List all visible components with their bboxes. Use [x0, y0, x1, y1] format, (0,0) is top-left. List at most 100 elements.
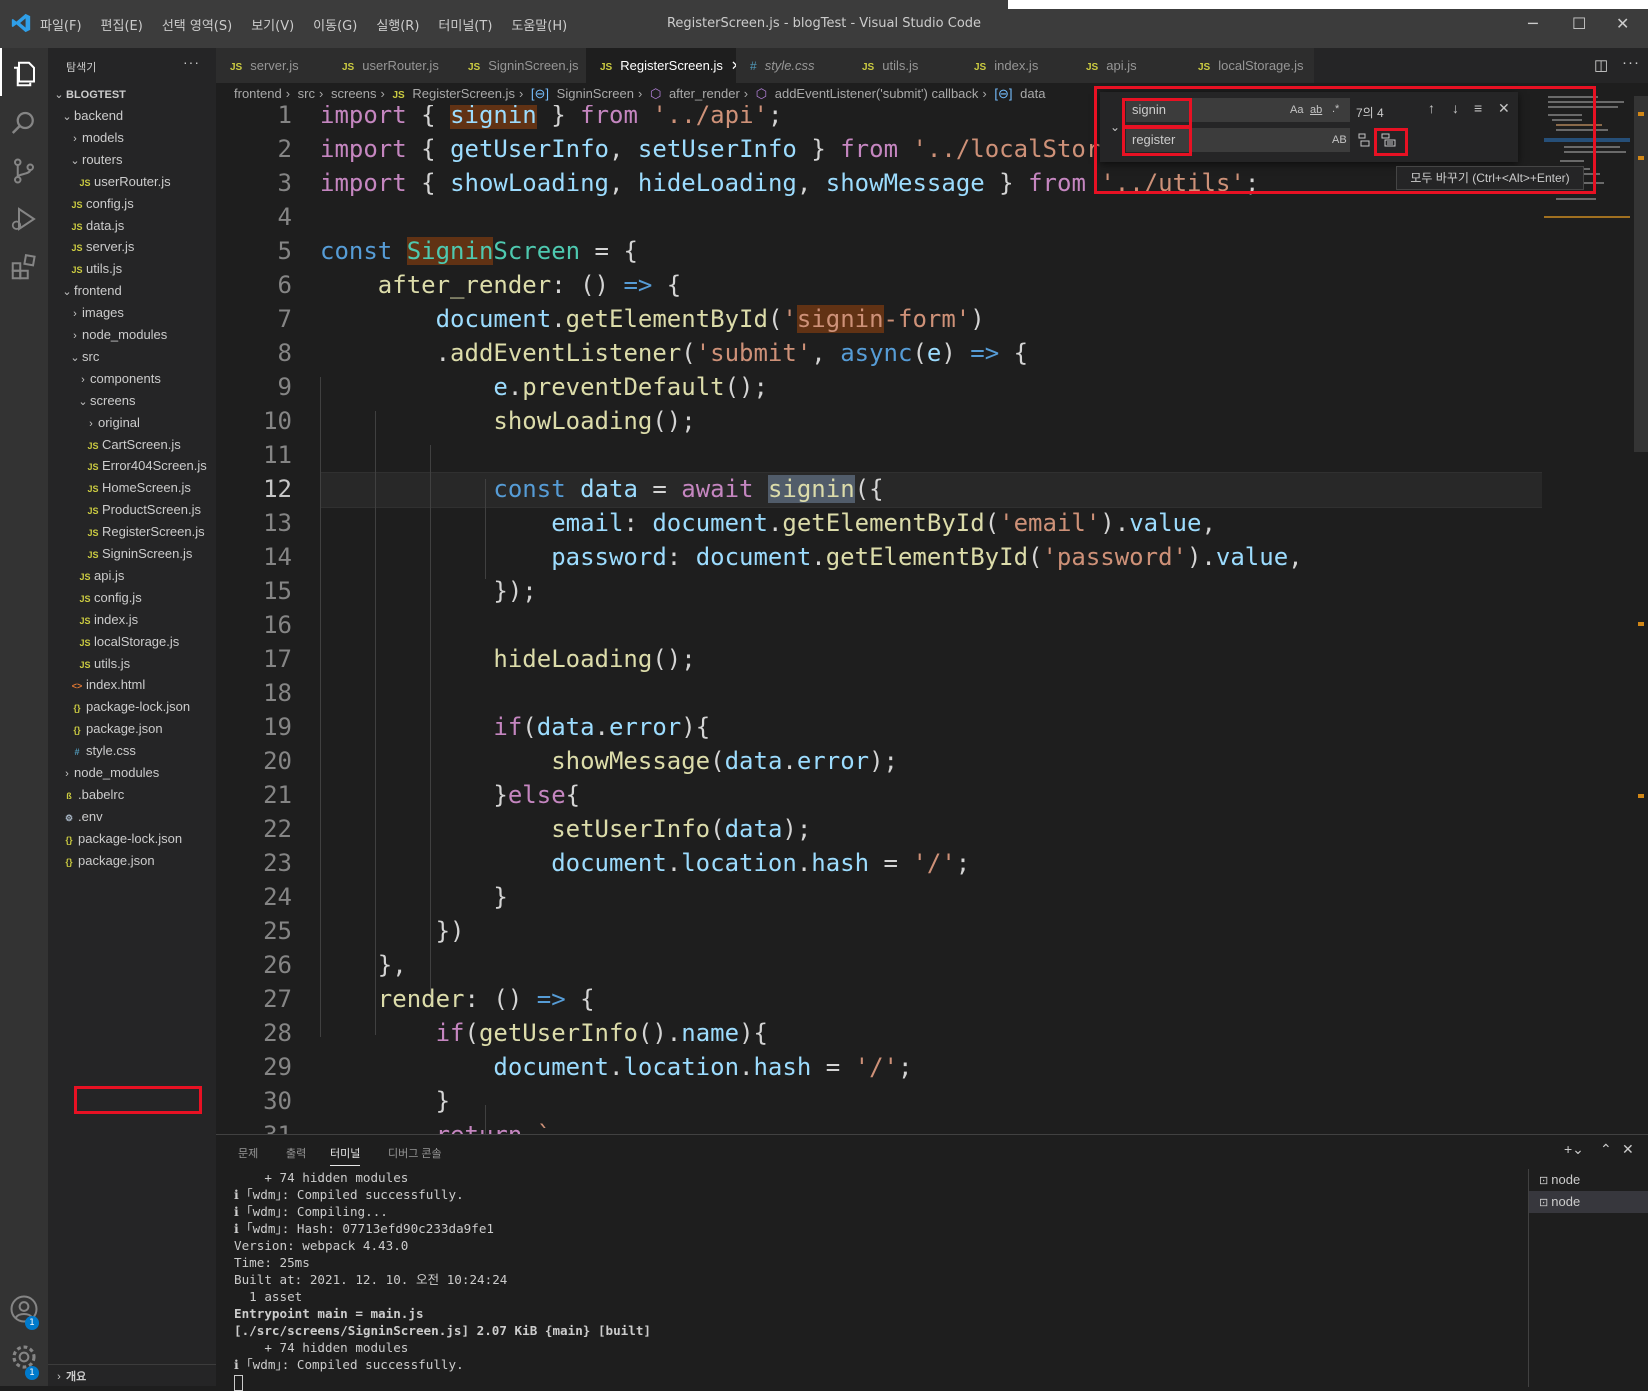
tree-item[interactable]: JS userRouter.js — [48, 171, 244, 193]
line-number: 24 — [263, 883, 292, 911]
terminal-line: 1 asset — [234, 1289, 303, 1304]
terminal-line: + 74 hidden modules — [234, 1340, 409, 1355]
tree-item[interactable]: JS data.js — [48, 215, 236, 237]
tree-item[interactable]: JS server.js — [48, 236, 236, 258]
code-line-15: }); — [320, 577, 537, 605]
breadcrumb-method[interactable]: after_render — [669, 86, 740, 101]
tab-registerscreen-js[interactable]: JSRegisterScreen.js✕ — [586, 48, 742, 83]
tree-item[interactable]: ⌄ screens — [48, 390, 244, 412]
tree-item-label: package-lock.json — [78, 830, 183, 846]
tree-item[interactable]: › components — [48, 368, 244, 390]
code-line-8: .addEventListener('submit', async(e) => … — [320, 339, 1029, 367]
line-number: 23 — [263, 849, 292, 877]
tree-item[interactable]: JS api.js — [48, 565, 244, 587]
tree-item[interactable]: JS utils.js — [48, 258, 236, 280]
terminal-item[interactable]: ⊡ node — [1529, 1191, 1648, 1213]
tree-item-label: backend — [74, 108, 124, 123]
terminal-item[interactable]: ⊡ node — [1529, 1169, 1648, 1191]
tab-style-css[interactable]: # style.css — [736, 48, 849, 83]
tab-utils-js[interactable]: JS utils.js — [848, 48, 961, 83]
tree-item-label: node_modules — [74, 765, 160, 780]
tree-item[interactable]: JS config.js — [48, 587, 244, 609]
activity-bar: 1 1 — [0, 48, 48, 1386]
tree-item[interactable]: ⌄ backend — [48, 105, 228, 127]
breadcrumb-screens[interactable]: screens — [331, 86, 377, 101]
tree-item-label: index.js — [94, 611, 139, 627]
chevron-right-icon: › — [57, 1371, 61, 1383]
chevron-down-icon: ⌄ — [62, 286, 72, 299]
close-window-icon[interactable]: ✕ — [1616, 14, 1629, 33]
tree-item[interactable]: ⌄ frontend — [48, 280, 228, 302]
breadcrumb-file[interactable]: RegisterScreen.js — [412, 86, 515, 101]
tab-index-js[interactable]: JS index.js — [960, 48, 1073, 83]
terminal-line: Version: webpack 4.43.0 — [234, 1238, 409, 1253]
breadcrumb-frontend[interactable]: frontend — [234, 86, 282, 101]
more-actions-icon[interactable]: ··· — [183, 54, 200, 70]
breadcrumb-src[interactable]: src — [298, 86, 315, 101]
code-editor[interactable]: 1 2 3 4 5 6 7 8 9 10 11 12 13 14 15 16 17 18 19 20 21 22 23 24 2… — [216, 105, 1648, 1134]
tab-label: server.js — [250, 58, 299, 73]
line-number: 11 — [263, 441, 292, 469]
breadcrumb-callback[interactable]: addEventListener('submit') callback — [775, 86, 979, 101]
more-actions-icon[interactable]: ··· — [1622, 54, 1640, 71]
tree-item[interactable]: # style.css — [48, 740, 236, 762]
tree-item[interactable]: <> index.html — [48, 674, 236, 696]
tree-item[interactable]: › node_modules — [48, 324, 236, 346]
tree-item[interactable]: › images — [48, 302, 236, 324]
close-panel-icon[interactable]: ✕ — [1622, 1141, 1634, 1158]
split-editor-icon[interactable]: ◫ — [1594, 56, 1608, 74]
tab-server-js[interactable]: JS server.js — [216, 48, 329, 83]
new-terminal-icon[interactable]: +⌄ — [1564, 1141, 1584, 1158]
source-control-icon[interactable] — [9, 156, 39, 186]
tree-item[interactable]: JS config.js — [48, 193, 236, 215]
tree-item[interactable]: › models — [48, 127, 236, 149]
tree-item[interactable]: ß .babelrc — [48, 784, 228, 806]
tree-item[interactable]: {} package.json — [48, 850, 228, 872]
breadcrumb-symbol[interactable]: SigninScreen — [557, 86, 634, 101]
workspace-root[interactable]: ⌄ BLOGTEST — [48, 83, 220, 105]
tree-item[interactable]: ⌄ routers — [48, 149, 236, 171]
tree-item[interactable]: › node_modules — [48, 762, 228, 784]
tree-item[interactable]: {} package.json — [48, 718, 236, 740]
editor-scrollbar[interactable] — [1634, 92, 1648, 1134]
code-line-31: return ` — [320, 1121, 552, 1134]
tree-item[interactable]: JS utils.js — [48, 653, 244, 675]
tab-problems[interactable]: 문제 — [238, 1145, 258, 1161]
tab-debug-console[interactable]: 디버그 콘솔 — [388, 1145, 442, 1161]
chevron-right-icon: › — [518, 86, 524, 101]
search-icon[interactable] — [9, 108, 39, 138]
maximize-panel-icon[interactable]: ⌃ — [1600, 1141, 1612, 1158]
tab-localstorage-js[interactable]: JS localStorage.js — [1184, 48, 1315, 83]
run-debug-icon[interactable] — [9, 204, 39, 234]
chevron-down-icon: ⌄ — [78, 395, 88, 408]
minimize-icon[interactable]: ─ — [1528, 14, 1538, 33]
tree-item[interactable]: JS localStorage.js — [48, 631, 244, 653]
tree-item-label: components — [90, 370, 161, 386]
scrollbar-thumb[interactable] — [1634, 96, 1648, 452]
terminal-line: Entrypoint main = main.js — [234, 1306, 424, 1321]
tree-item-label: frontend — [74, 283, 122, 299]
tree-item[interactable]: {} package-lock.json — [48, 828, 228, 850]
tab-api-js[interactable]: JS api.js — [1072, 48, 1185, 83]
tree-item[interactable]: JS index.js — [48, 609, 244, 631]
variable-icon: [⊖] — [994, 86, 1013, 101]
tree-item[interactable]: {} package-lock.json — [48, 696, 236, 718]
tab-output[interactable]: 출력 — [286, 1145, 306, 1161]
tab-terminal[interactable]: 터미널 — [330, 1145, 361, 1166]
tree-item[interactable]: ⚙ .env — [48, 806, 228, 828]
tree-item-label: style.css — [86, 743, 136, 759]
method-icon: ⬡ — [649, 86, 662, 101]
extensions-icon[interactable] — [9, 252, 39, 282]
terminal-output[interactable]: + 74 hidden modules ℹ ｢wdm｣: Compiled suc… — [234, 1169, 1648, 1391]
tab-signinscreen-js[interactable]: JS SigninScreen.js — [454, 48, 587, 83]
breadcrumb-data[interactable]: data — [1020, 86, 1045, 101]
outline-section[interactable]: › 개요 — [48, 1364, 220, 1387]
explorer-icon[interactable] — [9, 59, 39, 89]
terminal-line: ℹ ｢wdm｣: Hash: 07713efd90c233da9fe1 — [234, 1221, 495, 1236]
tab-userrouter-js[interactable]: JS userRouter.js — [328, 48, 455, 83]
explorer-title: 탐색기 — [66, 62, 97, 74]
maximize-icon[interactable]: ☐ — [1572, 14, 1586, 33]
tree-item[interactable]: ⌄ src — [48, 346, 236, 368]
code-line-10: showLoading(); — [493, 407, 696, 435]
code-line-27: render: () => { — [377, 985, 595, 1013]
